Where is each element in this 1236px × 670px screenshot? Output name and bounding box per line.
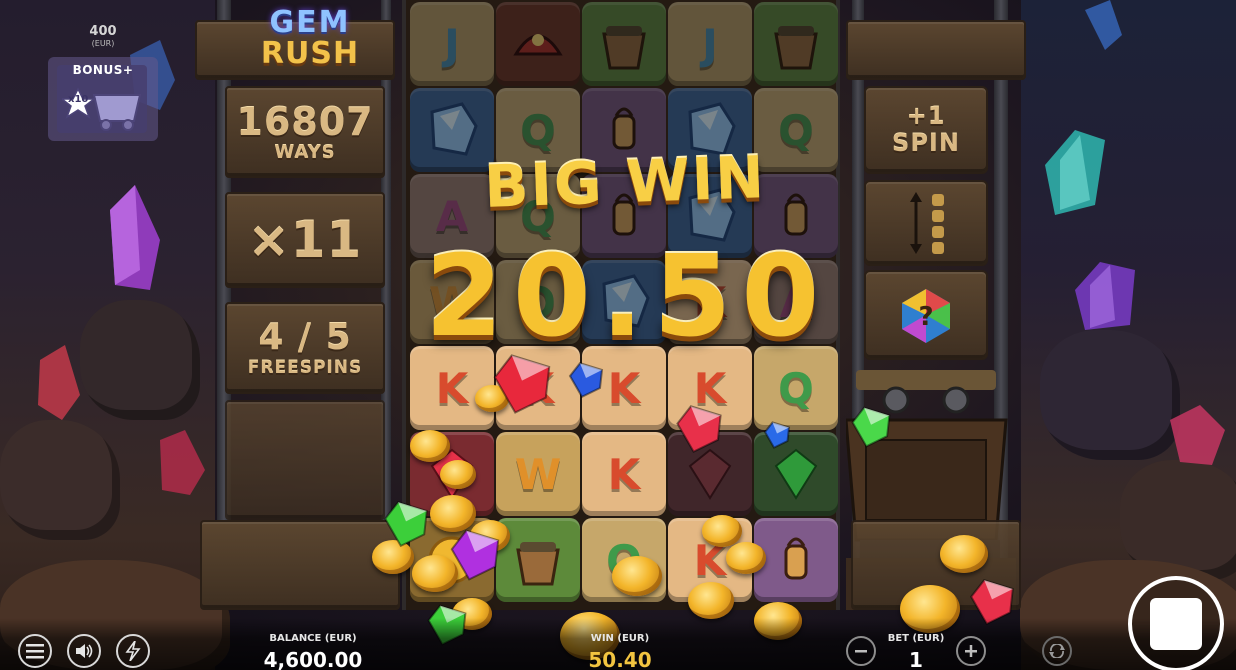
bet-increase-button[interactable] bbox=[956, 636, 986, 666]
speaker-icon bbox=[76, 644, 93, 658]
purple-crystal bbox=[110, 185, 160, 290]
turbo-button[interactable] bbox=[116, 634, 150, 668]
menu-icon bbox=[26, 644, 44, 659]
freespins-plank: 4 / 5 FREESPINS bbox=[225, 302, 385, 394]
extra-spin-bottom: SPIN bbox=[892, 129, 960, 157]
game-stage: 400 (EUR) BONUS+ x10 16807 WAYS ×11 4 / … bbox=[0, 0, 1236, 670]
balance-label: BALANCE (EUR) bbox=[269, 633, 357, 644]
balance-value: 4,600.00 bbox=[263, 648, 363, 670]
sound-button[interactable] bbox=[67, 634, 101, 668]
reel-symbol-k: K bbox=[582, 432, 666, 516]
stop-icon bbox=[1150, 598, 1202, 650]
flying-gem-icon bbox=[493, 354, 551, 414]
bucket-icon bbox=[516, 542, 560, 586]
ways-label: WAYS bbox=[274, 141, 336, 163]
reel-symbol-helmet-icon bbox=[496, 2, 580, 86]
autoplay-button[interactable] bbox=[1042, 636, 1072, 666]
spin-stop-button[interactable] bbox=[1128, 576, 1224, 670]
extra-spin-plank: +1 SPIN bbox=[864, 86, 988, 174]
reel-symbol-lantern-icon bbox=[754, 518, 838, 602]
violet-crystal bbox=[1075, 262, 1135, 330]
menu-button[interactable] bbox=[18, 634, 52, 668]
bucket-icon bbox=[602, 26, 646, 70]
bonus-balance-currency: (EUR) bbox=[91, 39, 115, 48]
game-logo: GEM RUSH bbox=[240, 0, 380, 78]
flying-gem-icon bbox=[450, 529, 500, 581]
top-beam bbox=[846, 20, 1026, 80]
bottom-beam bbox=[200, 520, 400, 610]
flying-coin-icon bbox=[702, 515, 742, 547]
svg-text:?: ? bbox=[918, 302, 933, 332]
flying-coin-icon bbox=[688, 582, 734, 619]
flying-coin-icon bbox=[726, 542, 766, 574]
reel-symbol-w: W bbox=[496, 432, 580, 516]
teal-crystal bbox=[1045, 130, 1105, 215]
flying-gem-icon bbox=[763, 421, 791, 449]
win-value: 50.40 bbox=[588, 648, 652, 670]
bet-decrease-button[interactable] bbox=[846, 636, 876, 666]
plus-icon bbox=[965, 645, 977, 657]
flying-coin-icon bbox=[410, 430, 450, 462]
flying-gem-icon bbox=[676, 405, 722, 453]
red-crystal bbox=[38, 345, 205, 495]
lightning-icon bbox=[125, 641, 141, 661]
autoplay-icon bbox=[1049, 644, 1065, 658]
empty-plank bbox=[225, 400, 385, 520]
flying-coin-icon bbox=[940, 535, 988, 573]
ways-value: 16807 bbox=[236, 99, 374, 144]
bonus-multiplier: x10 bbox=[68, 94, 89, 105]
ice-icon bbox=[430, 102, 478, 156]
flying-gem-icon bbox=[568, 362, 604, 399]
right-info-panel: +1 SPIN ? bbox=[846, 0, 1026, 610]
bonus-buy-button[interactable]: BONUS+ x10 bbox=[48, 57, 158, 141]
mystery-symbol-icon: ? bbox=[902, 289, 950, 343]
bonus-button-label: BONUS+ bbox=[72, 63, 134, 77]
lantern-icon bbox=[784, 537, 808, 580]
left-info-panel: 16807 WAYS ×11 4 / 5 FREESPINS bbox=[195, 0, 400, 610]
expand-arrows-icon bbox=[910, 192, 944, 254]
logo-rush: RUSH bbox=[260, 36, 360, 71]
pink-crystal bbox=[1170, 405, 1225, 465]
reel-symbol-j: J bbox=[668, 2, 752, 86]
gem-green-icon bbox=[774, 448, 818, 500]
minus-icon bbox=[855, 650, 867, 653]
big-win-title: BIG WIN bbox=[483, 143, 767, 221]
freespins-label: FREESPINS bbox=[247, 358, 363, 378]
mine-cart-icon bbox=[62, 87, 142, 131]
freespins-value: 4 / 5 bbox=[258, 317, 352, 358]
bucket-icon bbox=[774, 26, 818, 70]
logo-gem: GEM bbox=[269, 5, 351, 40]
reel-symbol-bucket-icon bbox=[754, 2, 838, 86]
bonus-balance: 400 (EUR) bbox=[70, 24, 136, 48]
flying-coin-icon bbox=[612, 556, 662, 596]
big-win-amount: 20.50 bbox=[425, 232, 830, 362]
reel-symbol-bucket-icon bbox=[582, 2, 666, 86]
win-label: WIN (EUR) bbox=[590, 633, 650, 644]
flying-gem-icon bbox=[851, 406, 891, 448]
bet-value: 1 bbox=[909, 648, 923, 670]
multiplier-value: ×11 bbox=[247, 211, 363, 269]
bet-label: BET (EUR) bbox=[887, 633, 945, 644]
extra-spin-top: +1 bbox=[906, 102, 946, 130]
reel-symbol-j: J bbox=[410, 2, 494, 86]
mystery-plank: ? bbox=[864, 270, 988, 360]
flying-coin-icon bbox=[440, 460, 476, 489]
ways-plank: 16807 WAYS bbox=[225, 86, 385, 178]
flying-gem-icon bbox=[383, 501, 428, 548]
multiplier-plank: ×11 bbox=[225, 192, 385, 288]
helmet-icon bbox=[513, 34, 563, 56]
expand-reel-plank bbox=[864, 180, 988, 266]
bonus-balance-value: 400 bbox=[89, 24, 117, 39]
